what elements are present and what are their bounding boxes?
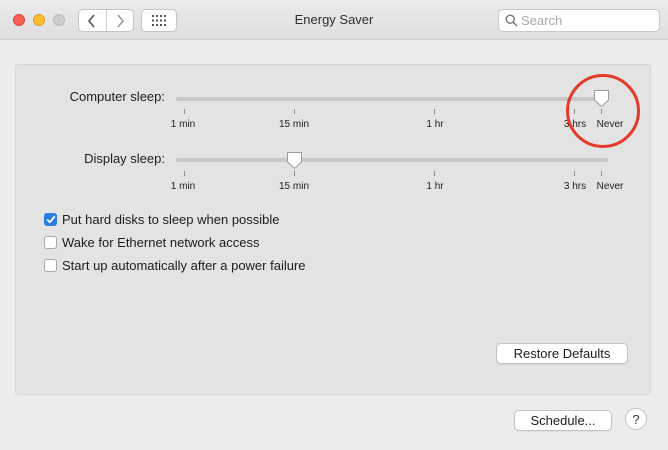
computer-sleep-slider-track[interactable] xyxy=(176,97,608,101)
display-sleep-tick-15min: 15 min xyxy=(278,181,310,192)
hard-disk-sleep-label: Put hard disks to sleep when possible xyxy=(62,211,280,227)
computer-sleep-tick-15min: 15 min xyxy=(278,119,310,130)
schedule-button[interactable]: Schedule... xyxy=(514,410,612,431)
computer-sleep-slider-thumb[interactable] xyxy=(593,89,610,108)
computer-sleep-tick-never: Never xyxy=(596,119,624,130)
display-sleep-tick-3hrs: 3 hrs xyxy=(563,181,587,192)
display-sleep-tick-never: Never xyxy=(596,181,624,192)
computer-sleep-label: Computer sleep: xyxy=(69,89,165,104)
checkmark-icon xyxy=(46,215,55,224)
option-wake-ethernet[interactable]: Wake for Ethernet network access xyxy=(44,234,260,250)
display-sleep-slider-track[interactable] xyxy=(176,158,608,162)
display-sleep-label: Display sleep: xyxy=(84,151,165,166)
title-bar: Energy Saver xyxy=(0,0,668,40)
auto-startup-checkbox[interactable] xyxy=(44,258,57,272)
wake-ethernet-checkbox[interactable] xyxy=(44,235,57,249)
display-sleep-ticks xyxy=(176,171,608,177)
auto-startup-label: Start up automatically after a power fai… xyxy=(62,257,306,273)
option-hard-disk-sleep[interactable]: Put hard disks to sleep when possible xyxy=(44,211,280,227)
computer-sleep-tick-1min: 1 min xyxy=(170,119,196,130)
computer-sleep-tick-1hr: 1 hr xyxy=(426,119,444,130)
computer-sleep-ticks xyxy=(176,109,608,115)
computer-sleep-tick-3hrs: 3 hrs xyxy=(563,119,587,130)
hard-disk-sleep-checkbox[interactable] xyxy=(44,212,57,226)
search-icon xyxy=(505,14,518,27)
restore-defaults-button[interactable]: Restore Defaults xyxy=(496,343,628,364)
display-sleep-tick-1hr: 1 hr xyxy=(426,181,444,192)
wake-ethernet-label: Wake for Ethernet network access xyxy=(62,234,260,250)
help-button[interactable]: ? xyxy=(625,408,647,430)
search-input[interactable] xyxy=(521,12,655,29)
display-sleep-slider-thumb[interactable] xyxy=(286,151,303,170)
option-auto-startup[interactable]: Start up automatically after a power fai… xyxy=(44,257,306,273)
search-field[interactable] xyxy=(498,9,660,32)
display-sleep-tick-1min: 1 min xyxy=(170,181,196,192)
